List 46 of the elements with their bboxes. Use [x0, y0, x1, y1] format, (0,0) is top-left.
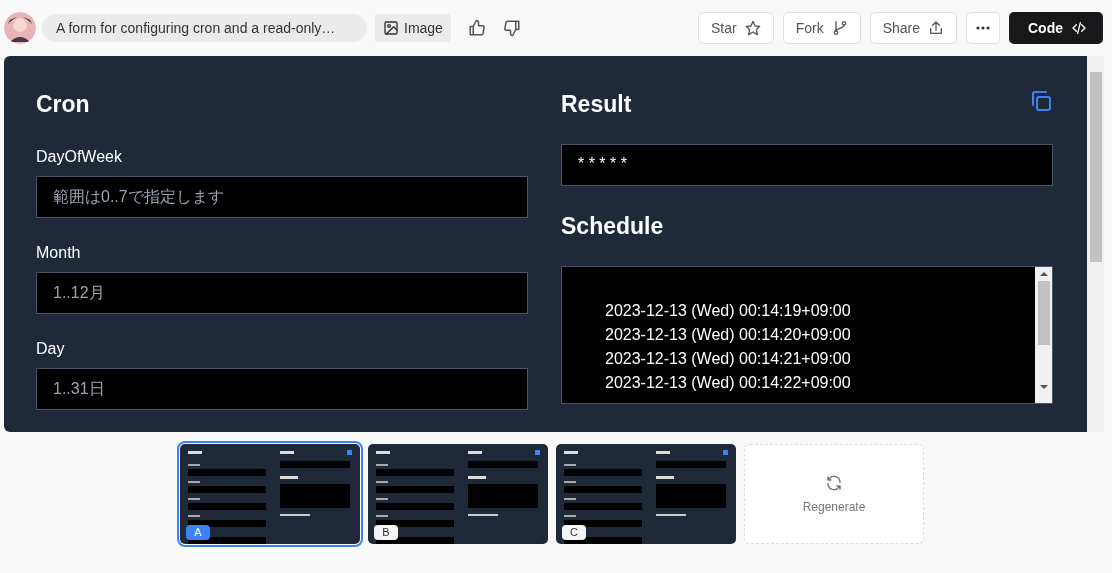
- image-icon: [383, 20, 399, 36]
- thumbs-up-icon: [467, 19, 486, 37]
- section-title: Schedule: [561, 212, 665, 241]
- variant-card[interactable]: C: [556, 444, 736, 544]
- code-icon: [1071, 20, 1087, 36]
- result-text: * * * * *: [578, 155, 627, 172]
- schedule-line: 2023-12-13 (Wed) 00:14:22+09:00: [605, 373, 852, 393]
- thumbs-down-icon: [502, 19, 521, 37]
- regenerate-button[interactable]: Regenerate: [744, 444, 924, 544]
- scrollbar[interactable]: [1087, 56, 1104, 432]
- fork-icon: [831, 20, 848, 36]
- share-icon: [928, 20, 944, 36]
- thumbs-up-button[interactable]: [467, 19, 486, 37]
- schedule-line: 2023-12-13 (Wed) 00:14:20+09:00: [605, 325, 852, 345]
- thumbs-down-button[interactable]: [502, 19, 521, 37]
- more-icon: [976, 26, 990, 30]
- field-label: Month: [36, 243, 82, 263]
- result-field[interactable]: * * * * *: [561, 144, 1053, 186]
- scrollbar[interactable]: [1035, 267, 1052, 403]
- action-button[interactable]: Star: [697, 12, 774, 44]
- input-field[interactable]: 1..12月: [36, 272, 528, 314]
- field-label: DayOfWeek: [36, 147, 123, 167]
- action-button[interactable]: Fork: [782, 12, 861, 44]
- avatar: [4, 12, 36, 44]
- refresh-icon: [825, 474, 843, 492]
- copy-icon: [1029, 89, 1053, 113]
- variant-badge: B: [374, 525, 398, 540]
- variant-card[interactable]: A: [180, 444, 360, 544]
- input-field[interactable]: 範囲は0..7で指定します: [36, 176, 528, 218]
- variant-card[interactable]: B: [368, 444, 548, 544]
- section-title: Cron: [36, 90, 91, 119]
- input-field[interactable]: 1..31日: [36, 368, 528, 410]
- image-button[interactable]: Image: [375, 14, 451, 42]
- more-button[interactable]: [966, 12, 1000, 44]
- copy-button[interactable]: [1029, 89, 1053, 113]
- prompt-bubble: A form for configuring cron and a read-only…: [42, 14, 367, 42]
- star-icon: [744, 20, 761, 36]
- schedule-line: 2023-12-13 (Wed) 00:14:21+09:00: [605, 349, 852, 369]
- section-title: Result: [561, 90, 632, 119]
- field-label: Day: [36, 339, 66, 359]
- schedule-line: 2023-12-13 (Wed) 00:14:19+09:00: [605, 301, 852, 321]
- schedule-field[interactable]: 2023-12-13 (Wed) 00:14:19+09:00 2023-12-13 (Wed) 00:14:20+09:00 2023-12-13 (Wed) 00:14:21+09:00 2023-12-13 (Wed) 00:14:22+09:00: [561, 266, 1053, 404]
- code-button[interactable]: Code: [1009, 12, 1103, 44]
- action-button[interactable]: Share: [869, 12, 957, 44]
- variant-badge: A: [186, 525, 210, 540]
- variant-badge: C: [562, 525, 586, 540]
